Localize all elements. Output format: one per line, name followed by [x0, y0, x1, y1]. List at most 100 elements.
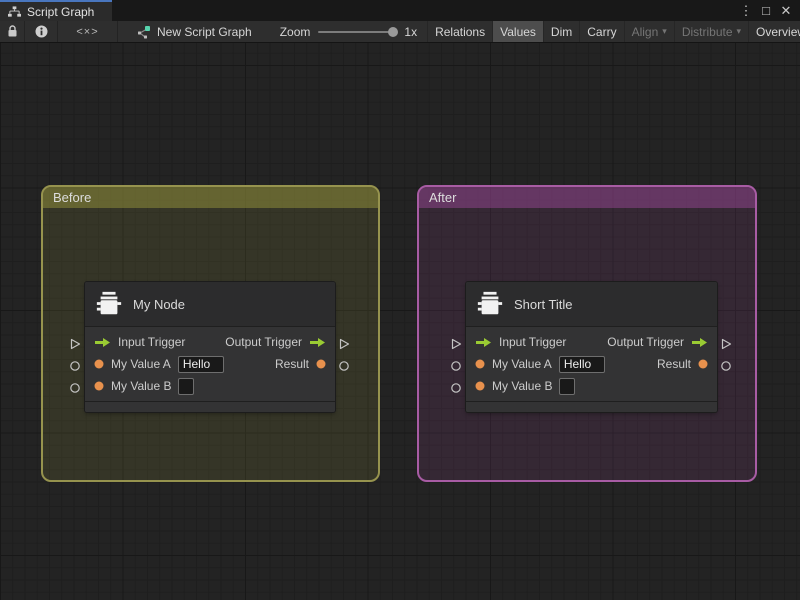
node-my-node-header[interactable]: My Node [85, 282, 335, 327]
maximize-icon[interactable]: □ [758, 3, 774, 18]
node-footer [85, 401, 335, 412]
chevron-down-icon: ▾ [736, 26, 742, 36]
value-a-port[interactable] [475, 359, 485, 369]
output-trigger-port[interactable] [309, 337, 326, 348]
distribute-label: Distribute [681, 24, 733, 39]
group-after-title: After [429, 190, 457, 205]
relations-label: Relations [435, 24, 486, 39]
port-row-value-b: My Value B [85, 375, 335, 397]
port-label: My Value A [492, 357, 552, 371]
group-after-header[interactable]: After [419, 187, 755, 208]
node-footer [466, 401, 717, 412]
carry-label: Carry [587, 24, 617, 39]
chevron-down-icon: ▾ [662, 26, 667, 36]
external-trigger-in-connector[interactable] [69, 337, 81, 350]
tab-script-graph[interactable]: Script Graph [0, 0, 112, 21]
tab-label: Script Graph [27, 4, 95, 19]
value-a-input[interactable] [177, 355, 224, 373]
new-script-graph-button[interactable]: New Script Graph [126, 21, 262, 42]
port-label: My Value B [492, 379, 553, 393]
close-icon[interactable]: ✕ [778, 3, 794, 19]
value-b-port[interactable] [475, 381, 485, 391]
value-b-input[interactable] [178, 377, 195, 395]
script-graph-window: Script Graph ⋮ □ ✕ <×> New Script Graph … [0, 0, 800, 600]
port-label: Output Trigger [225, 335, 302, 349]
zoom-control: Zoom 1x [270, 21, 427, 42]
graph-toolbar: <×> New Script Graph Zoom 1x Relations V… [0, 21, 800, 43]
node-body: Input Trigger Output Trigger My Value A … [85, 327, 335, 401]
port-row-value-a: My Value A Result [85, 353, 335, 375]
external-trigger-out-connector[interactable] [720, 337, 732, 350]
new-script-graph-label: New Script Graph [157, 24, 252, 39]
overview-label: Overview [756, 24, 800, 39]
port-label: Result [656, 357, 691, 371]
output-trigger-port[interactable] [691, 337, 708, 348]
external-value-connector[interactable] [69, 381, 81, 393]
window-controls: ⋮ □ ✕ [738, 0, 800, 21]
value-b-input[interactable] [559, 377, 576, 395]
info-button[interactable] [25, 21, 58, 42]
port-row-trigger: Input Trigger Output Trigger [466, 331, 717, 353]
external-value-connector[interactable] [69, 359, 81, 371]
port-label: Input Trigger [499, 335, 567, 349]
external-value-connector[interactable] [450, 359, 462, 371]
dim-button[interactable]: Dim [542, 21, 579, 42]
port-row-trigger: Input Trigger Output Trigger [85, 331, 335, 353]
port-row-value-a: My Value A Result [466, 353, 717, 375]
tab-bar: Script Graph ⋮ □ ✕ [0, 0, 800, 21]
port-label: Result [274, 357, 309, 371]
toolbar-toggle-group: Relations Values Dim Carry Align ▾ Distr… [427, 21, 800, 42]
code-view-button[interactable]: <×> [58, 21, 118, 42]
external-trigger-out-connector[interactable] [338, 337, 350, 350]
input-trigger-port[interactable] [94, 337, 111, 348]
node-my-node[interactable]: My Node Input Trigger Output Trigger My … [85, 282, 335, 412]
group-before-title: Before [53, 190, 92, 205]
lock-icon [8, 25, 16, 37]
zoom-value: 1x [404, 24, 418, 39]
zoom-label: Zoom [279, 24, 311, 39]
distribute-dropdown[interactable]: Distribute ▾ [673, 21, 748, 42]
result-port[interactable] [698, 359, 708, 369]
node-short-title-header[interactable]: Short Title [466, 282, 717, 327]
port-label: Input Trigger [118, 335, 186, 349]
unit-node-icon [96, 291, 122, 315]
node-title: Short Title [514, 296, 573, 312]
code-icon: <×> [76, 25, 99, 38]
window-menu-icon[interactable]: ⋮ [738, 3, 754, 19]
info-icon [35, 25, 47, 38]
values-label: Values [500, 24, 536, 39]
node-title: My Node [133, 296, 186, 312]
external-value-connector[interactable] [338, 359, 350, 371]
external-value-connector[interactable] [720, 359, 732, 371]
dim-label: Dim [550, 24, 573, 39]
graph-hierarchy-icon [8, 5, 21, 17]
lock-button[interactable] [0, 21, 25, 42]
external-value-connector[interactable] [450, 381, 462, 393]
unit-node-icon [477, 291, 503, 315]
align-dropdown[interactable]: Align ▾ [623, 21, 674, 42]
zoom-slider[interactable] [318, 26, 399, 37]
input-trigger-port[interactable] [475, 337, 492, 348]
align-label: Align [631, 24, 659, 39]
value-a-input[interactable] [558, 355, 605, 373]
group-before-header[interactable]: Before [43, 187, 378, 208]
port-label: Output Trigger [607, 335, 684, 349]
value-b-port[interactable] [94, 381, 104, 391]
port-label: My Value A [111, 357, 171, 371]
zoom-slider-handle[interactable] [388, 26, 399, 37]
port-row-value-b: My Value B [466, 375, 717, 397]
values-button[interactable]: Values [492, 21, 543, 42]
script-graph-asset-icon [138, 25, 150, 38]
port-label: My Value B [111, 379, 172, 393]
value-a-port[interactable] [94, 359, 104, 369]
node-body: Input Trigger Output Trigger My Value A … [466, 327, 717, 401]
external-trigger-in-connector[interactable] [450, 337, 462, 350]
overview-button[interactable]: Overview [748, 21, 800, 42]
node-short-title[interactable]: Short Title Input Trigger Output Trigger [466, 282, 717, 412]
graph-canvas[interactable]: Before After My Node Input Trigger Outpu… [0, 43, 800, 600]
relations-button[interactable]: Relations [427, 21, 492, 42]
result-port[interactable] [316, 359, 326, 369]
carry-button[interactable]: Carry [579, 21, 623, 42]
